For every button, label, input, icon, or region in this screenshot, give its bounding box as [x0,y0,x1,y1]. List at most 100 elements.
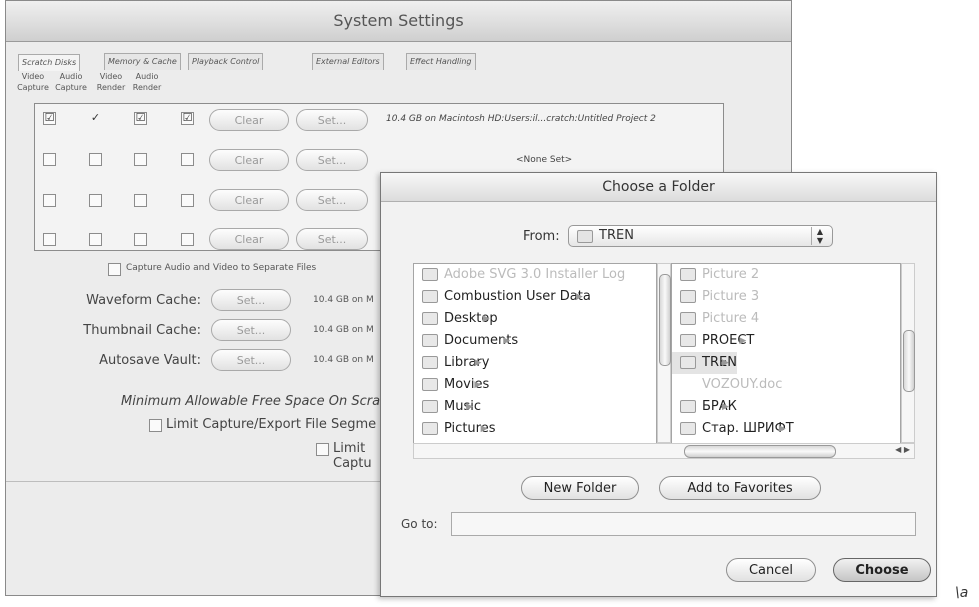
waveform-cache-label: Waveform Cache: [86,293,201,308]
tab-memory-cache[interactable]: Memory & Cache [104,53,181,70]
limit-segment-label: Limit Capture/Export File Segme [166,417,377,432]
checkbox-audio-capture-2[interactable] [89,153,102,166]
list-item-selected[interactable]: TREN ▶ [672,352,737,374]
checkbox-audio-render-1[interactable]: ☑ [181,112,194,125]
thumbnail-cache-value: 10.4 GB on M [313,325,374,335]
checkbox-video-render-4[interactable] [134,233,147,246]
col-audio-capture: Audio Capture [55,72,87,92]
folder-icon [422,290,438,303]
list-item[interactable]: Pictures ▶ [414,418,495,440]
file-icon [422,268,438,281]
checkbox-video-render-1[interactable]: ☑ [134,112,147,125]
image-file-icon [680,268,696,281]
set-button-4[interactable]: Set... [296,228,368,250]
tab-effect-handling[interactable]: Effect Handling [406,53,476,70]
waveform-set-button[interactable]: Set... [211,289,291,311]
autosave-set-button[interactable]: Set... [211,349,291,371]
goto-input[interactable] [451,512,916,536]
right-scrollbar[interactable] [901,263,915,443]
choose-folder-dialog: Choose a Folder From: TREN ▲ ▼ Adobe SVG … [380,172,937,597]
folder-icon [680,356,696,369]
separate-files-checkbox[interactable] [108,263,121,276]
checkbox-video-capture-2[interactable] [43,153,56,166]
list-item[interactable]: Стар. ШРИФТ ▶ [672,418,794,440]
from-popup[interactable]: TREN ▲ ▼ [568,225,833,247]
popup-arrows-icon: ▲ ▼ [811,227,828,245]
folder-icon [680,334,696,347]
movies-folder-icon [422,378,438,391]
set-button-3[interactable]: Set... [296,189,368,211]
tab-scratch-disks[interactable]: Scratch Disks [18,54,81,71]
image-file-icon [680,312,696,325]
checkbox-video-capture-4[interactable] [43,233,56,246]
checkbox-audio-render-4[interactable] [181,233,194,246]
clear-button-2[interactable]: Clear [209,149,289,171]
folder-icon [577,230,593,243]
folder-icon [422,334,438,347]
goto-label: Go to: [401,517,438,531]
min-free-space-label: Minimum Allowable Free Space On Scra [121,394,381,409]
list-item[interactable]: Documents ▶ [414,330,518,352]
scroll-arrows-icon[interactable]: ◀ ▶ [895,445,910,454]
waveform-cache-value: 10.4 GB on M [313,295,374,305]
corner-mark: \a [955,585,969,601]
clear-button-4[interactable]: Clear [209,228,289,250]
pictures-folder-icon [422,422,438,435]
checkbox-video-render-3[interactable] [134,194,147,207]
thumbnail-cache-label: Thumbnail Cache: [83,323,201,338]
set-button-2[interactable]: Set... [296,149,368,171]
list-item[interactable]: Library ▶ [414,352,489,374]
browser-column-left[interactable]: Adobe SVG 3.0 Installer Log Combustion U… [413,263,657,459]
scratch-path-2: <None Set> [516,155,573,165]
list-item[interactable]: Picture 3 [672,286,759,308]
from-label: From: [523,229,560,244]
list-item[interactable]: Combustion User Data ▶ [414,286,591,308]
add-to-favorites-button[interactable]: Add to Favorites [659,476,821,500]
checkbox-video-render-2[interactable] [134,153,147,166]
list-item[interactable]: Adobe SVG 3.0 Installer Log [414,264,625,286]
autosave-vault-label: Autosave Vault: [99,353,201,368]
list-item[interactable]: Picture 4 [672,308,759,330]
checkbox-video-capture-1[interactable]: ☑ [43,112,56,125]
tab-external-editors[interactable]: External Editors [312,53,384,70]
list-item[interactable]: Desktop ▶ [414,308,498,330]
list-item[interactable]: VOZOUY.doc [672,374,782,396]
folder-icon [680,400,696,413]
scroll-thumb[interactable] [684,445,836,458]
cancel-button[interactable]: Cancel [726,558,816,582]
checkbox-video-capture-3[interactable] [43,194,56,207]
desktop-folder-icon [422,312,438,325]
list-item[interactable]: Picture 2 [672,264,759,286]
from-value: TREN [599,228,634,243]
choose-button[interactable]: Choose [833,558,931,582]
clear-button-3[interactable]: Clear [209,189,289,211]
checkbox-audio-capture-1[interactable]: ✓ [89,112,102,125]
browser-column-right[interactable]: Picture 2 Picture 3 Picture 4 PROECT ▶ TR… [671,263,901,459]
limit-segment-checkbox[interactable] [149,419,162,432]
scroll-thumb[interactable] [659,274,671,366]
autosave-vault-value: 10.4 GB on M [313,355,374,365]
set-button-1[interactable]: Set... [296,109,368,131]
tab-playback-control[interactable]: Playback Control [188,53,264,70]
list-item[interactable]: PROECT ▶ [672,330,754,352]
col-video-render: Video Render [96,72,126,92]
clear-button-1[interactable]: Clear [209,109,289,131]
dialog-title: Choose a Folder [381,173,936,202]
col-audio-render: Audio Render [132,72,162,92]
checkbox-audio-capture-3[interactable] [89,194,102,207]
horizontal-scrollbar[interactable]: ◀ ▶ [413,443,915,459]
list-item[interactable]: Music ▶ [414,396,481,418]
thumbnail-set-button[interactable]: Set... [211,319,291,341]
image-file-icon [680,290,696,303]
list-item[interactable]: БРАК ▶ [672,396,737,418]
limit-capture-checkbox[interactable] [316,443,329,456]
window-title: System Settings [6,1,791,42]
checkbox-audio-capture-4[interactable] [89,233,102,246]
new-folder-button[interactable]: New Folder [521,476,639,500]
scroll-thumb[interactable] [903,330,915,392]
list-item[interactable]: Movies ▶ [414,374,489,396]
left-scrollbar[interactable] [657,263,671,443]
checkbox-audio-render-3[interactable] [181,194,194,207]
col-video-capture: Video Capture [17,72,49,92]
checkbox-audio-render-2[interactable] [181,153,194,166]
